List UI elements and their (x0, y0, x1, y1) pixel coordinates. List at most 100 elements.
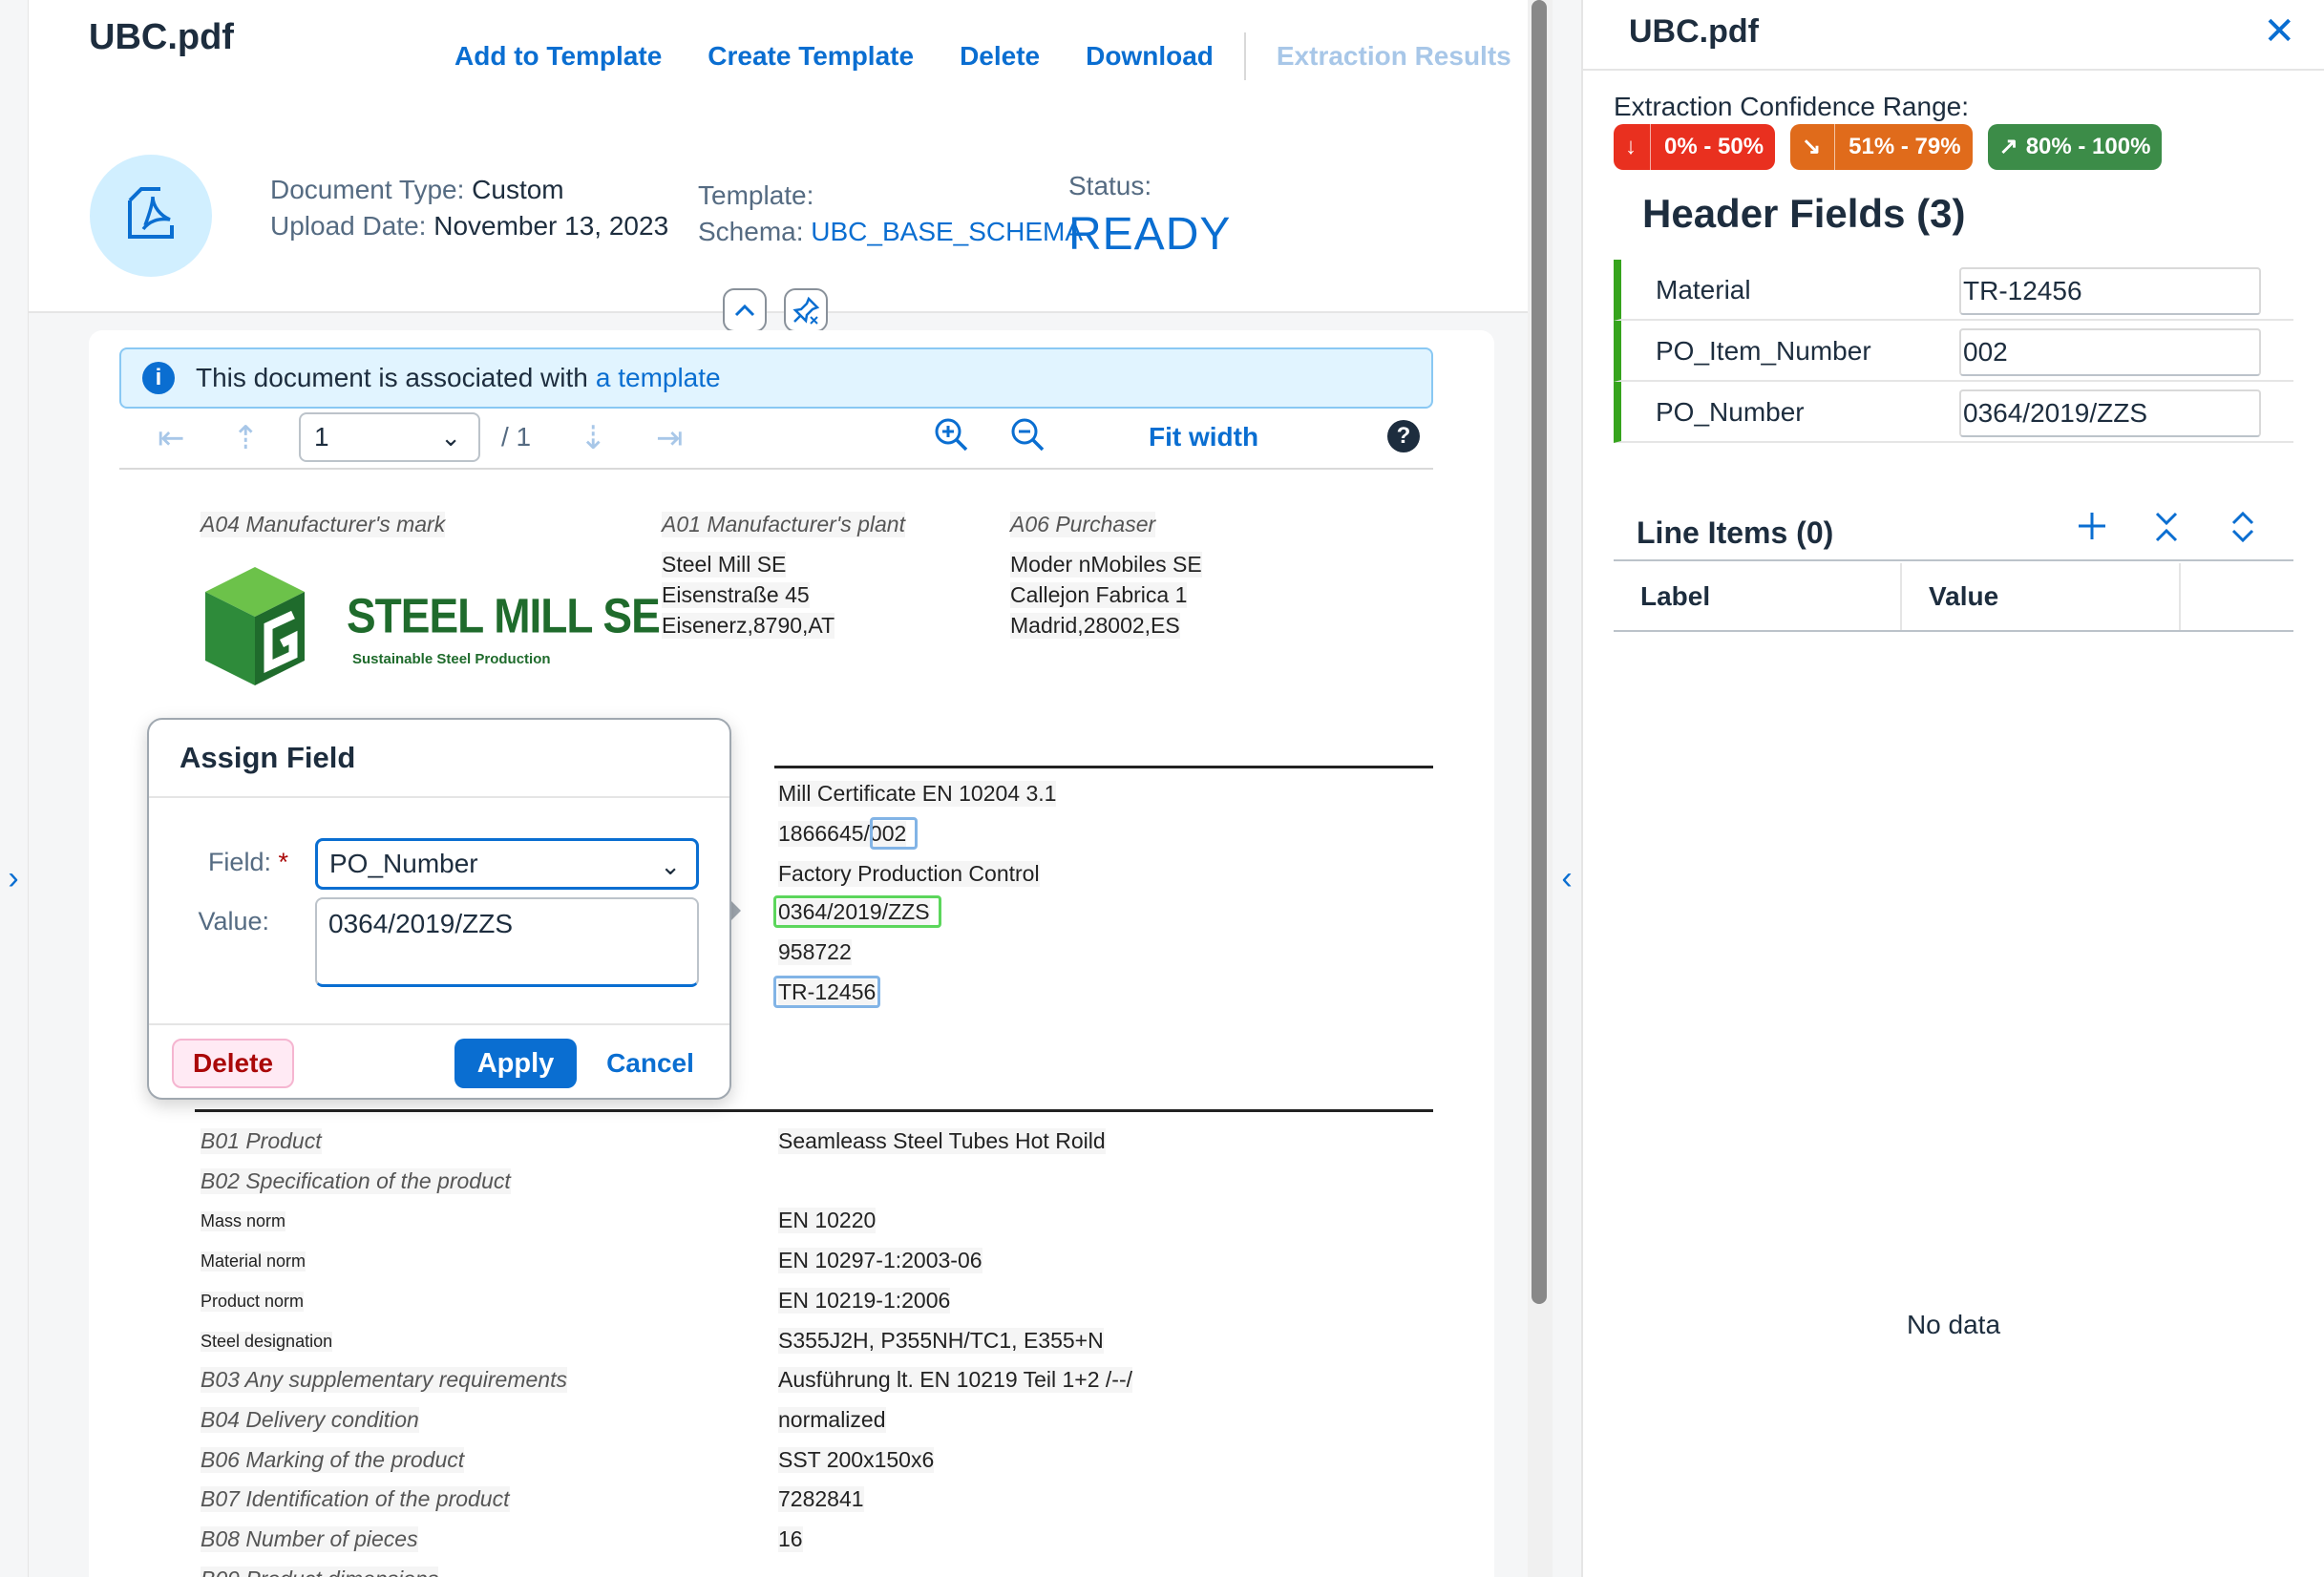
unpin-icon (792, 296, 820, 325)
value-textarea[interactable]: 0364/2019/ZZS (315, 897, 699, 987)
fit-width-button[interactable]: Fit width (1149, 422, 1258, 452)
no-data-text: No data (1906, 1310, 2001, 1339)
doc-row-label: B09 Product dimensions (201, 1566, 439, 1577)
doc-meta: Document Type: Custom Upload Date: Novem… (270, 172, 668, 244)
page-total: / 1 (501, 422, 532, 452)
template-link[interactable]: a template (596, 363, 721, 393)
collapse-header-button[interactable] (723, 288, 767, 332)
page-number-select[interactable]: 1 ⌄ (299, 412, 480, 462)
info-icon: i (142, 362, 175, 394)
plant-line-2: Eisenstraße 45 (662, 582, 810, 608)
confidence-chip-mid: ↘ 51% - 79% (1790, 124, 1973, 170)
template-meta: Template: Schema: UBC_BASE_SCHEMA (698, 178, 1083, 250)
doc-row-label: Material norm (201, 1251, 306, 1272)
header-field-label: PO_Number (1656, 397, 1805, 427)
pane-divider: ‹ (1553, 0, 1583, 1577)
highlight-po-number[interactable] (773, 895, 941, 928)
header-toggle-group (723, 288, 828, 332)
first-page-icon[interactable]: ⇤ (158, 422, 185, 454)
schema-link[interactable]: UBC_BASE_SCHEMA (811, 217, 1083, 246)
close-icon[interactable]: ✕ (2263, 10, 2295, 53)
column-header-label: Label (1614, 563, 1902, 630)
header-field-input[interactable]: TR-12456 (1959, 267, 2261, 315)
header-field-label: PO_Item_Number (1656, 336, 1871, 366)
highlight-po-item[interactable] (870, 817, 918, 850)
scrollbar-thumb[interactable] (1532, 0, 1547, 1304)
toolbar-separator (1243, 32, 1246, 80)
delete-button[interactable]: Delete (960, 41, 1040, 72)
main-scrollbar[interactable] (1528, 0, 1553, 1577)
create-template-button[interactable]: Create Template (708, 41, 914, 72)
section-rule-top (774, 766, 1433, 768)
collapse-all-icon[interactable] (2152, 510, 2181, 554)
extraction-side-pane: UBC.pdf ✕ Extraction Confidence Range: ↓… (1583, 0, 2324, 1577)
status-label: Status: (1068, 171, 1152, 200)
expand-all-icon[interactable] (2229, 510, 2257, 554)
header-field-row: Material TR-12456 (1614, 260, 2293, 321)
field-select-value: PO_Number (329, 849, 478, 878)
field-select[interactable]: PO_Number ⌄ (315, 838, 699, 890)
app-root: › UBC.pdf Add to Template Create Templat… (0, 0, 2324, 1577)
header-field-input[interactable]: 002 (1959, 328, 2261, 376)
steel-mill-logo-icon (205, 567, 305, 685)
logo-wordmark: STEEL MILL SE (347, 588, 661, 643)
pdf-document-icon (90, 155, 212, 277)
a04-label: A04 Manufacturer's mark (201, 512, 446, 537)
doc-row-value: 16 (778, 1526, 803, 1552)
doc-row-value: EN 10297-1:2003-06 (778, 1248, 982, 1274)
chevron-down-icon: ⌄ (440, 423, 461, 452)
dialog-apply-button[interactable]: Apply (454, 1039, 577, 1088)
assign-field-dialog: Assign Field Field: * PO_Number ⌄ Value:… (147, 718, 731, 1100)
doc-row-label: Steel designation (201, 1331, 333, 1352)
doc-row-value: 7282841 (778, 1486, 864, 1513)
doc-row-value: EN 10219-1:2006 (778, 1287, 951, 1314)
dialog-title: Assign Field (180, 741, 356, 774)
doc-row-value: Seamleass Steel Tubes Hot Roild (778, 1128, 1106, 1154)
a06-label: A06 Purchaser (1010, 512, 1156, 537)
header-field-input[interactable]: 0364/2019/ZZS (1959, 389, 2261, 437)
cert-line-3: Factory Production Control (778, 861, 1040, 887)
last-page-icon[interactable]: ⇥ (656, 422, 684, 454)
collapse-pane-icon[interactable]: ‹ (1554, 859, 1579, 897)
confidence-chip-low: ↓ 0% - 50% (1614, 124, 1776, 170)
highlight-material[interactable] (773, 976, 880, 1008)
doc-row-value: normalized (778, 1406, 886, 1433)
zoom-out-icon[interactable] (1009, 416, 1046, 457)
field-label: Field: * (174, 848, 288, 877)
zoom-in-icon[interactable] (933, 416, 969, 457)
header-fields-table: Material TR-12456 PO_Item_Number 002 PO_… (1614, 260, 2293, 443)
extraction-results-button[interactable]: Extraction Results (1277, 41, 1511, 72)
expand-left-icon[interactable]: › (2, 859, 25, 897)
doc-row-value: Ausführung lt. EN 10219 Teil 1+2 /--/ (778, 1367, 1132, 1394)
pin-header-button[interactable] (784, 288, 828, 332)
object-page: UBC.pdf Add to Template Create Template … (29, 0, 1528, 1577)
info-message-strip: i This document is associated with a tem… (119, 347, 1433, 409)
dialog-cancel-button[interactable]: Cancel (598, 1039, 703, 1088)
doc-type-label: Document Type: (270, 175, 465, 204)
help-icon[interactable]: ? (1387, 420, 1420, 452)
chevron-down-icon: ⌄ (660, 852, 681, 880)
upload-date-value: November 13, 2023 (433, 211, 669, 241)
purchaser-line-3: Madrid,28002,ES (1010, 613, 1180, 639)
column-header-value: Value (1902, 563, 2181, 630)
info-text: This document is associated with (196, 363, 588, 392)
line-items-title: Line Items (0) (1637, 515, 1834, 550)
doc-row-value: S355J2H, P355NH/TC1, E355+N (778, 1327, 1104, 1354)
doc-row-value: SST 200x150x6 (778, 1446, 935, 1473)
object-page-header: UBC.pdf Add to Template Create Template … (29, 0, 1528, 313)
doc-row-label: B04 Delivery condition (201, 1406, 419, 1433)
chip-high-label: 80% - 100% (2025, 134, 2151, 159)
status-meta: Status: (1068, 168, 1151, 204)
download-button[interactable]: Download (1086, 41, 1214, 72)
purchaser-line-2: Callejon Fabrica 1 (1010, 582, 1188, 608)
next-page-icon[interactable]: ⇣ (580, 422, 607, 454)
doc-row-label: Mass norm (201, 1211, 286, 1232)
plant-line-1: Steel Mill SE (662, 552, 787, 578)
doc-type-value: Custom (472, 175, 564, 204)
previous-page-icon[interactable]: ⇡ (232, 422, 260, 454)
add-icon[interactable] (2076, 510, 2108, 552)
schema-label: Schema: (698, 217, 804, 246)
dialog-delete-button[interactable]: Delete (172, 1039, 294, 1088)
logo-tagline: Sustainable Steel Production (352, 651, 551, 667)
add-to-template-button[interactable]: Add to Template (454, 41, 662, 72)
